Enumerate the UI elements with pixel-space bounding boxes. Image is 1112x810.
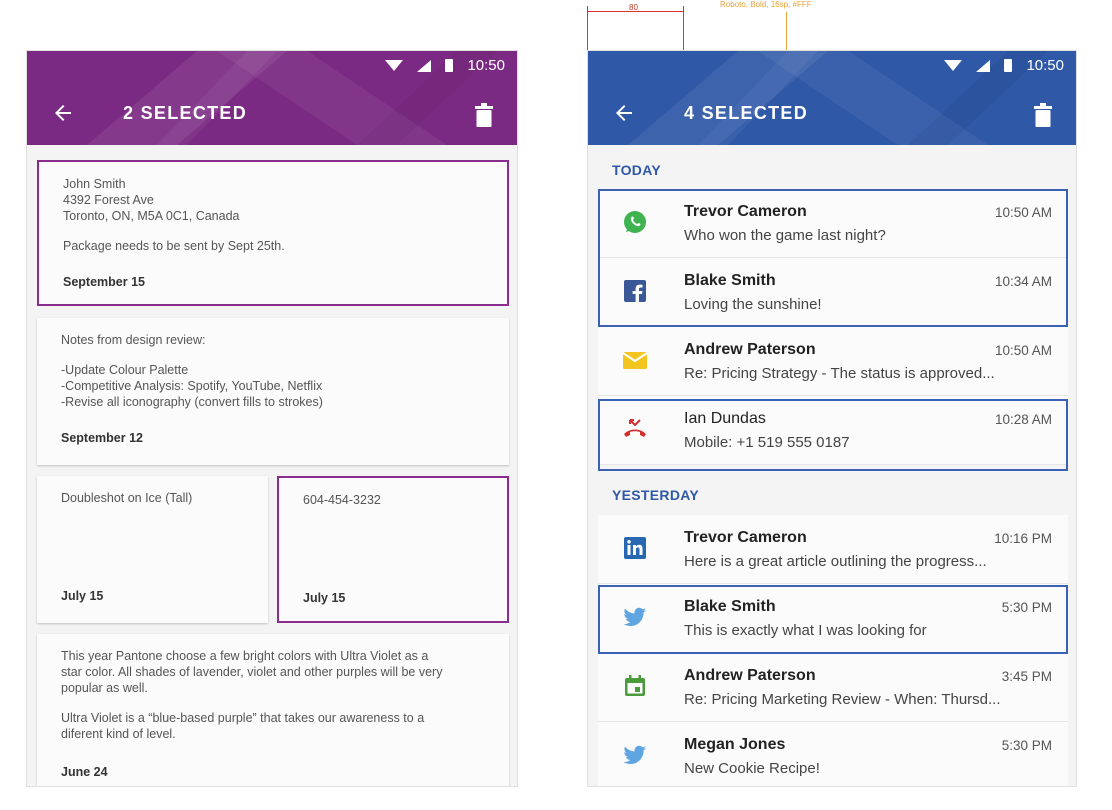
email-icon	[622, 352, 648, 369]
message-time: 5:30 PM	[1001, 738, 1052, 753]
note-date: July 15	[61, 589, 104, 603]
message-row[interactable]: Blake Smith Loving the sunshine! 10:34 A…	[598, 258, 1068, 327]
status-time: 10:50	[1026, 57, 1064, 74]
sender-name: Andrew Paterson	[684, 341, 816, 358]
calendar-icon	[625, 675, 645, 696]
wifi-icon	[944, 60, 963, 71]
note-date: September 12	[61, 431, 143, 445]
note-card[interactable]: Doubleshot on Ice (Tall) July 15	[37, 476, 268, 623]
trash-icon[interactable]	[475, 103, 493, 127]
messages-screen: 10:50 4 SELECTED TODAY Trevor Cameron Wh…	[587, 50, 1077, 787]
sender-name: Ian Dundas	[684, 410, 766, 427]
note-line: -Revise all iconography (convert fills t…	[61, 395, 323, 409]
note-card-selected[interactable]: 604-454-3232 July 15	[277, 476, 509, 623]
message-row[interactable]: Trevor Cameron Who won the game last nig…	[598, 189, 1068, 258]
app-bar: 10:50 2 SELECTED	[27, 51, 517, 145]
message-preview: This is exactly what I was looking for	[684, 622, 927, 639]
battery-icon	[1004, 59, 1013, 72]
message-time: 10:16 PM	[994, 531, 1052, 546]
message-time: 10:34 AM	[994, 274, 1052, 289]
note-line: -Competitive Analysis: Spotify, YouTube,…	[61, 379, 323, 393]
status-time: 10:50	[467, 57, 505, 74]
note-line: Ultra Violet is a “blue-based purple” th…	[61, 711, 425, 725]
note-date: June 24	[61, 765, 108, 779]
signal-icon	[417, 59, 432, 72]
note-date: September 15	[63, 275, 145, 289]
note-line: Package needs to be sent by Sept 25th.	[63, 239, 285, 253]
note-line: Notes from design review:	[61, 333, 206, 347]
trash-icon[interactable]	[1034, 103, 1052, 127]
whatsapp-icon	[624, 211, 646, 233]
message-time: 10:50 AM	[994, 343, 1052, 358]
note-line: -Update Colour Palette	[61, 363, 189, 377]
back-arrow-icon[interactable]	[51, 101, 79, 127]
note-line: diferent kind of level.	[61, 727, 176, 741]
status-bar: 10:50	[944, 57, 1064, 74]
message-row[interactable]: Andrew Paterson Re: Pricing Marketing Re…	[598, 653, 1068, 722]
note-line: This year Pantone choose a few bright co…	[61, 649, 429, 663]
note-line: Toronto, ON, M5A 0C1, Canada	[63, 209, 240, 223]
page-title: 4 SELECTED	[684, 103, 809, 123]
message-preview: Loving the sunshine!	[684, 296, 822, 313]
facebook-icon	[624, 280, 646, 302]
section-header-yesterday: YESTERDAY	[612, 487, 699, 503]
sender-name: Trevor Cameron	[684, 203, 807, 220]
app-bar: 10:50 4 SELECTED	[588, 51, 1076, 145]
sender-name: Trevor Cameron	[684, 529, 807, 546]
signal-icon	[976, 59, 991, 72]
note-line: star color. All shades of lavender, viol…	[61, 665, 443, 679]
message-row[interactable]: Megan Jones New Cookie Recipe! 5:30 PM	[598, 722, 1068, 786]
message-preview: Here is a great article outlining the pr…	[684, 553, 987, 570]
message-preview: New Cookie Recipe!	[684, 760, 820, 777]
status-bar: 10:50	[385, 57, 505, 74]
message-time: 10:50 AM	[994, 205, 1052, 220]
page-title: 2 SELECTED	[123, 103, 248, 123]
note-line: Doubleshot on Ice (Tall)	[61, 491, 193, 505]
missed-call-icon	[624, 419, 646, 437]
sender-name: Andrew Paterson	[684, 667, 816, 684]
annotation-width-label: 80	[629, 3, 638, 12]
note-card[interactable]: This year Pantone choose a few bright co…	[37, 634, 509, 786]
message-time: 10:28 AM	[994, 412, 1052, 427]
note-card[interactable]: Notes from design review: -Update Colour…	[37, 318, 509, 465]
annotation-spec-label: Roboto, Bold, 16sp, #FFF	[720, 0, 812, 9]
note-line: 4392 Forest Ave	[63, 193, 154, 207]
notes-screen: 10:50 2 SELECTED John Smith 4392 Forest …	[26, 50, 518, 787]
note-card-selected[interactable]: John Smith 4392 Forest Ave Toronto, ON, …	[37, 160, 509, 306]
message-preview: Mobile: +1 519 555 0187	[684, 434, 850, 451]
message-row[interactable]: Trevor Cameron Here is a great article o…	[598, 515, 1068, 584]
section-header-today: TODAY	[612, 162, 661, 178]
message-time: 5:30 PM	[1001, 600, 1052, 615]
message-row[interactable]: Ian Dundas Mobile: +1 519 555 0187 10:28…	[598, 396, 1068, 465]
message-preview: Who won the game last night?	[684, 227, 886, 244]
sender-name: Blake Smith	[684, 272, 776, 289]
message-time: 3:45 PM	[1001, 669, 1052, 684]
wifi-icon	[385, 60, 404, 71]
twitter-icon	[623, 607, 646, 626]
message-row[interactable]: Blake Smith This is exactly what I was l…	[598, 584, 1068, 653]
sender-name: Blake Smith	[684, 598, 776, 615]
note-line: popular as well.	[61, 681, 148, 695]
note-line: 604-454-3232	[303, 493, 381, 507]
back-arrow-icon[interactable]	[612, 101, 640, 127]
sender-name: Megan Jones	[684, 736, 786, 753]
message-row[interactable]: Andrew Paterson Re: Pricing Strategy - T…	[598, 327, 1068, 396]
message-preview: Re: Pricing Strategy - The status is app…	[684, 365, 995, 382]
message-preview: Re: Pricing Marketing Review - When: Thu…	[684, 691, 1001, 708]
battery-icon	[445, 59, 454, 72]
note-date: July 15	[303, 591, 346, 605]
twitter-icon	[623, 745, 646, 764]
note-line: John Smith	[63, 177, 126, 191]
linkedin-icon	[624, 537, 646, 559]
